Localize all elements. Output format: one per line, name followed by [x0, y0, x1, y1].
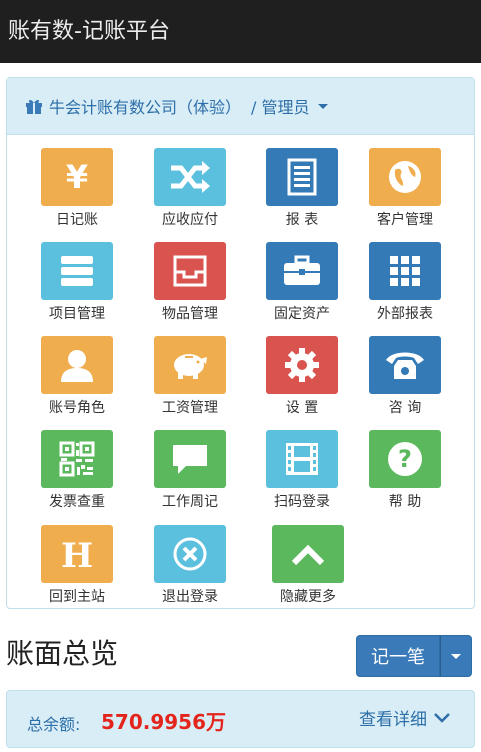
tile-hide-more[interactable]: 隐藏更多	[260, 525, 356, 606]
briefcase-icon	[266, 242, 338, 300]
balance-label: 总余额:	[27, 715, 81, 734]
function-panel: 牛会计账有数公司（体验） / 管理员 ¥ 日记账 应收应付 报 表 客户管理 项…	[6, 77, 475, 609]
tile-scan-login[interactable]: 扫码登录	[254, 430, 350, 511]
balance-summary: 总余额: 570.9956万 查看详细	[6, 690, 475, 748]
tile-label: 物品管理	[162, 306, 218, 322]
tile-weekly-notes[interactable]: 工作周记	[142, 430, 238, 511]
qrcode-icon	[41, 430, 113, 488]
tile-label: 固定资产	[274, 306, 330, 322]
tile-goods[interactable]: 物品管理	[142, 242, 238, 323]
svg-text:¥: ¥	[66, 160, 88, 194]
company-selector[interactable]: 牛会计账有数公司（体验） / 管理员	[7, 78, 474, 135]
record-dropdown-button[interactable]	[440, 635, 472, 677]
tile-help[interactable]: ? 帮 助	[357, 430, 453, 511]
caret-down-icon	[451, 653, 461, 659]
tile-label: 客户管理	[377, 212, 433, 228]
gift-icon	[26, 99, 42, 114]
record-button-group: 记一笔	[356, 635, 472, 677]
comment-icon	[154, 430, 226, 488]
question-icon: ?	[369, 430, 441, 488]
tile-journal[interactable]: ¥ 日记账	[29, 148, 125, 229]
inbox-icon	[154, 242, 226, 300]
server-icon	[41, 242, 113, 300]
tile-reports[interactable]: 报 表	[254, 148, 350, 229]
tile-label: 报 表	[285, 212, 319, 228]
phone-icon	[369, 336, 441, 394]
user-role: / 管理员	[251, 98, 310, 117]
tile-label: 隐藏更多	[280, 589, 336, 605]
record-button[interactable]: 记一笔	[356, 635, 440, 677]
svg-text:?: ?	[398, 445, 412, 473]
grid-icon	[369, 242, 441, 300]
tile-logout[interactable]: 退出登录	[142, 525, 238, 606]
tile-label: 账号角色	[49, 400, 105, 416]
view-detail-link[interactable]: 查看详细	[359, 705, 451, 730]
tile-label: 日记账	[56, 212, 98, 228]
tile-label: 外部报表	[377, 306, 433, 322]
tile-salary[interactable]: 工资管理	[142, 336, 238, 417]
user-icon	[41, 336, 113, 394]
overview-title: 账面总览	[6, 637, 119, 670]
chevron-down-icon	[434, 712, 450, 723]
tile-label: 帮 助	[388, 494, 422, 510]
tile-label: 工作周记	[162, 494, 218, 510]
report-icon	[266, 148, 338, 206]
tile-label: 扫码登录	[274, 494, 330, 510]
tile-label: 退出登录	[162, 589, 218, 605]
globe-icon	[369, 148, 441, 206]
view-detail-label: 查看详细	[359, 710, 427, 730]
balance-amount: 570.9956万	[101, 710, 227, 734]
app-title: 账有数-记账平台	[8, 19, 170, 44]
tile-projects[interactable]: 项目管理	[29, 242, 125, 323]
tile-accounts-roles[interactable]: 账号角色	[29, 336, 125, 417]
app-header: 账有数-记账平台	[0, 0, 481, 63]
tile-label: 工资管理	[162, 400, 218, 416]
chevron-up-icon	[272, 525, 344, 583]
tile-settings[interactable]: 设 置	[254, 336, 350, 417]
tile-label: 应收应付	[162, 212, 218, 228]
tile-invoice-check[interactable]: 发票查重	[29, 430, 125, 511]
tile-label: 项目管理	[49, 306, 105, 322]
tile-main-site[interactable]: H 回到主站	[29, 525, 125, 606]
piggy-bank-icon	[154, 336, 226, 394]
tile-consult[interactable]: 咨 询	[357, 336, 453, 417]
yen-icon: ¥	[41, 148, 113, 206]
tile-fixed-assets[interactable]: 固定资产	[254, 242, 350, 323]
company-name: 牛会计账有数公司（体验）	[49, 98, 242, 117]
tile-label: 发票查重	[49, 494, 105, 510]
film-icon	[266, 430, 338, 488]
tile-label: 回到主站	[49, 589, 105, 605]
tile-receivables[interactable]: 应收应付	[142, 148, 238, 229]
tile-customers[interactable]: 客户管理	[357, 148, 453, 229]
tile-label: 设 置	[285, 400, 319, 416]
caret-down-icon	[317, 103, 328, 109]
gear-icon	[266, 336, 338, 394]
close-circle-icon	[154, 525, 226, 583]
h-letter-icon: H	[41, 525, 113, 583]
svg-text:H: H	[61, 536, 93, 574]
tile-label: 咨 询	[388, 400, 422, 416]
tile-external-reports[interactable]: 外部报表	[357, 242, 453, 323]
shuffle-icon	[154, 148, 226, 206]
